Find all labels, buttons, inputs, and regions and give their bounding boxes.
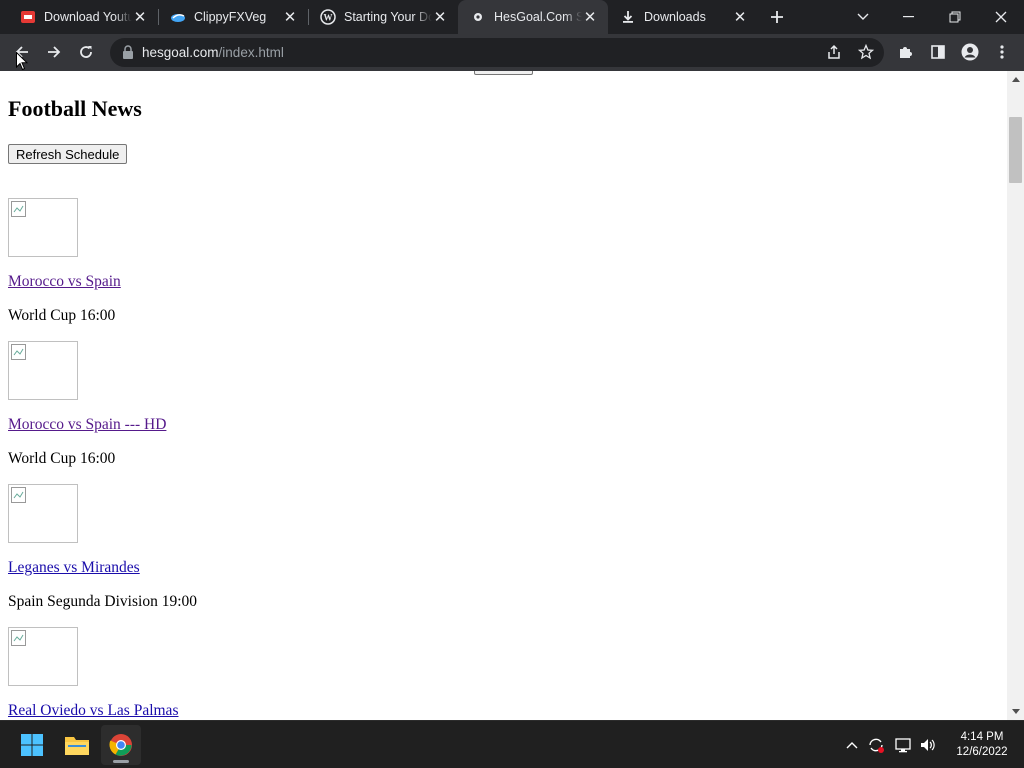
start-button[interactable] [12, 725, 52, 765]
url-text[interactable]: hesgoal.com/index.html [142, 45, 284, 60]
share-button[interactable] [820, 38, 848, 66]
broken-image-icon [11, 344, 26, 360]
close-tab-icon[interactable]: ✕ [282, 9, 298, 26]
menu-button[interactable] [988, 38, 1016, 66]
match-link[interactable]: Morocco vs Spain --- HD [8, 416, 166, 434]
chevron-up-icon [846, 742, 858, 749]
url-path: /index.html [218, 45, 284, 60]
arrow-right-icon [48, 46, 61, 58]
tab-title: HesGoal.Com Sp [494, 10, 582, 24]
tab-title: Download Youtube [44, 10, 132, 24]
puzzle-icon [900, 47, 912, 58]
chrome-taskbar-button[interactable] [101, 725, 141, 765]
network-button[interactable] [892, 733, 916, 757]
chrome-icon [109, 734, 132, 756]
restore-button[interactable] [932, 0, 978, 34]
close-icon [995, 11, 1007, 23]
lock-icon[interactable] [122, 45, 134, 59]
sync-icon [869, 738, 884, 753]
red-video-icon [20, 9, 36, 25]
download-icon [620, 9, 636, 25]
address-bar[interactable]: hesgoal.com/index.html [110, 38, 884, 67]
clock-date: 12/6/2022 [956, 746, 1008, 758]
show-hidden-icons-button[interactable] [840, 733, 864, 757]
windows-taskbar: 4:14 PM 12/6/2022 [0, 720, 1024, 768]
browser-toolbar: hesgoal.com/index.html [0, 34, 1024, 71]
new-tab-button[interactable] [765, 5, 789, 29]
match-thumbnail[interactable] [8, 627, 78, 686]
tab-title: Downloads [644, 10, 706, 24]
svg-text:W: W [324, 13, 333, 23]
url-host: hesgoal.com [142, 45, 219, 60]
side-panel-icon [931, 45, 945, 59]
reload-icon [80, 46, 92, 58]
tab-downloads[interactable]: Downloads ✕ [608, 0, 758, 34]
broken-image-icon [11, 630, 26, 646]
close-tab-icon[interactable]: ✕ [432, 9, 448, 26]
reload-button[interactable] [72, 38, 100, 66]
caret-down-icon [1011, 709, 1020, 714]
match-link[interactable]: Real Oviedo vs Las Palmas [8, 702, 178, 720]
match-thumbnail[interactable] [8, 484, 78, 543]
tab-starting-your-do[interactable]: W Starting Your Do ✕ [308, 0, 458, 34]
bookmark-button[interactable] [852, 38, 880, 66]
close-tab-icon[interactable]: ✕ [732, 9, 748, 26]
wordpress-icon: W [320, 9, 336, 25]
windows-start-icon [21, 734, 43, 756]
file-explorer-icon [65, 737, 89, 755]
close-tab-icon[interactable]: ✕ [132, 9, 148, 26]
mouse-cursor-icon [16, 52, 28, 71]
side-panel-button[interactable] [924, 38, 952, 66]
profile-icon [961, 43, 979, 61]
kebab-menu-icon [1000, 45, 1004, 59]
forward-button[interactable] [40, 38, 68, 66]
match-info: World Cup 16:00 [8, 450, 116, 467]
clock-time: 4:14 PM [960, 731, 1004, 743]
broken-image-icon [11, 487, 26, 503]
page-viewport: Football News Refresh Schedule Morocco v… [0, 71, 1024, 720]
caret-up-icon [1011, 77, 1020, 82]
sync-status-button[interactable] [864, 733, 888, 757]
match-thumbnail[interactable] [8, 198, 78, 257]
close-tab-icon[interactable]: ✕ [582, 9, 598, 26]
page-title: Football News [8, 96, 142, 121]
minimize-button[interactable] [886, 0, 932, 34]
restore-icon [949, 11, 961, 23]
profile-button[interactable] [956, 38, 984, 66]
tab-download-youtube[interactable]: Download Youtube ✕ [8, 0, 158, 34]
file-explorer-button[interactable] [57, 725, 97, 765]
network-icon [895, 738, 911, 753]
system-clock[interactable]: 4:14 PM 12/6/2022 [944, 730, 1020, 760]
partially-scrolled-button[interactable] [474, 71, 533, 75]
soccer-ball-icon [470, 9, 486, 25]
match-link[interactable]: Leganes vs Mirandes [8, 559, 140, 577]
scroll-down-button[interactable] [1007, 703, 1024, 720]
broken-image-icon [11, 201, 26, 217]
match-thumbnail[interactable] [8, 341, 78, 400]
tab-hesgoal[interactable]: HesGoal.Com Sp ✕ [458, 0, 608, 34]
match-info: Spain Segunda Division 19:00 [8, 593, 198, 610]
tab-search-button[interactable] [840, 0, 886, 34]
close-window-button[interactable] [978, 0, 1024, 34]
minimize-icon [903, 16, 914, 18]
match-link[interactable]: Morocco vs Spain [8, 273, 121, 291]
star-icon [858, 44, 874, 60]
refresh-schedule-button[interactable]: Refresh Schedule [8, 144, 128, 164]
chevron-down-icon [857, 13, 869, 20]
tab-strip: Download Youtube ✕ ClippyFXVeg ✕ W Start… [0, 0, 1024, 34]
match-info: World Cup 16:00 [8, 307, 116, 324]
speaker-icon [921, 739, 935, 751]
vertical-scrollbar[interactable] [1007, 71, 1024, 720]
scroll-up-button[interactable] [1007, 71, 1024, 88]
blue-bird-icon [170, 9, 186, 25]
tab-clippyfxveg[interactable]: ClippyFXVeg ✕ [158, 0, 308, 34]
extensions-button[interactable] [892, 38, 920, 66]
running-indicator [113, 760, 129, 763]
share-icon [828, 44, 840, 59]
volume-button[interactable] [916, 733, 940, 757]
tab-title: ClippyFXVeg [194, 10, 267, 24]
tab-title: Starting Your Do [344, 10, 432, 24]
scrollbar-thumb[interactable] [1009, 117, 1022, 183]
